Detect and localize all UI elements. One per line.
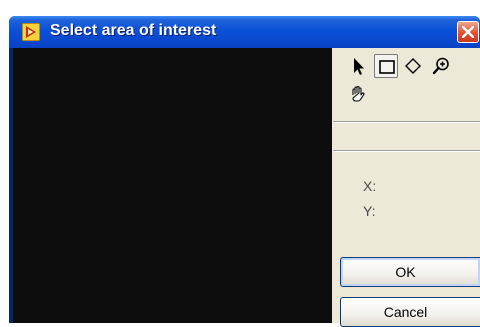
title-bar[interactable]: Select area of interest xyxy=(9,16,480,48)
diamond-icon xyxy=(405,58,421,74)
zoom-icon xyxy=(432,57,449,75)
tool-panel: X: Y: OK Cancel xyxy=(333,48,480,327)
image-viewer[interactable] xyxy=(13,48,332,323)
pan-tool[interactable] xyxy=(346,82,370,106)
hand-icon xyxy=(352,85,365,102)
rectangle-icon xyxy=(379,60,395,74)
y-coordinate-label: Y: xyxy=(363,203,376,219)
close-icon xyxy=(462,26,474,38)
window-title: Select area of interest xyxy=(50,22,217,39)
pointer-tool[interactable] xyxy=(346,54,370,78)
x-coordinate-label: X: xyxy=(363,178,377,194)
dialog-window: Select area of interest X: Y: OK Cancel xyxy=(9,16,480,327)
separator xyxy=(333,151,480,152)
zoom-tool[interactable] xyxy=(429,54,453,78)
dialog-client: X: Y: OK Cancel xyxy=(13,48,480,327)
rotated-rectangle-tool[interactable] xyxy=(401,54,425,78)
rectangle-tool[interactable] xyxy=(374,54,398,78)
ok-button[interactable]: OK xyxy=(340,257,480,287)
separator xyxy=(333,122,480,123)
labview-icon xyxy=(21,22,41,42)
close-button[interactable] xyxy=(457,21,479,43)
arrow-cursor-icon xyxy=(354,58,364,75)
